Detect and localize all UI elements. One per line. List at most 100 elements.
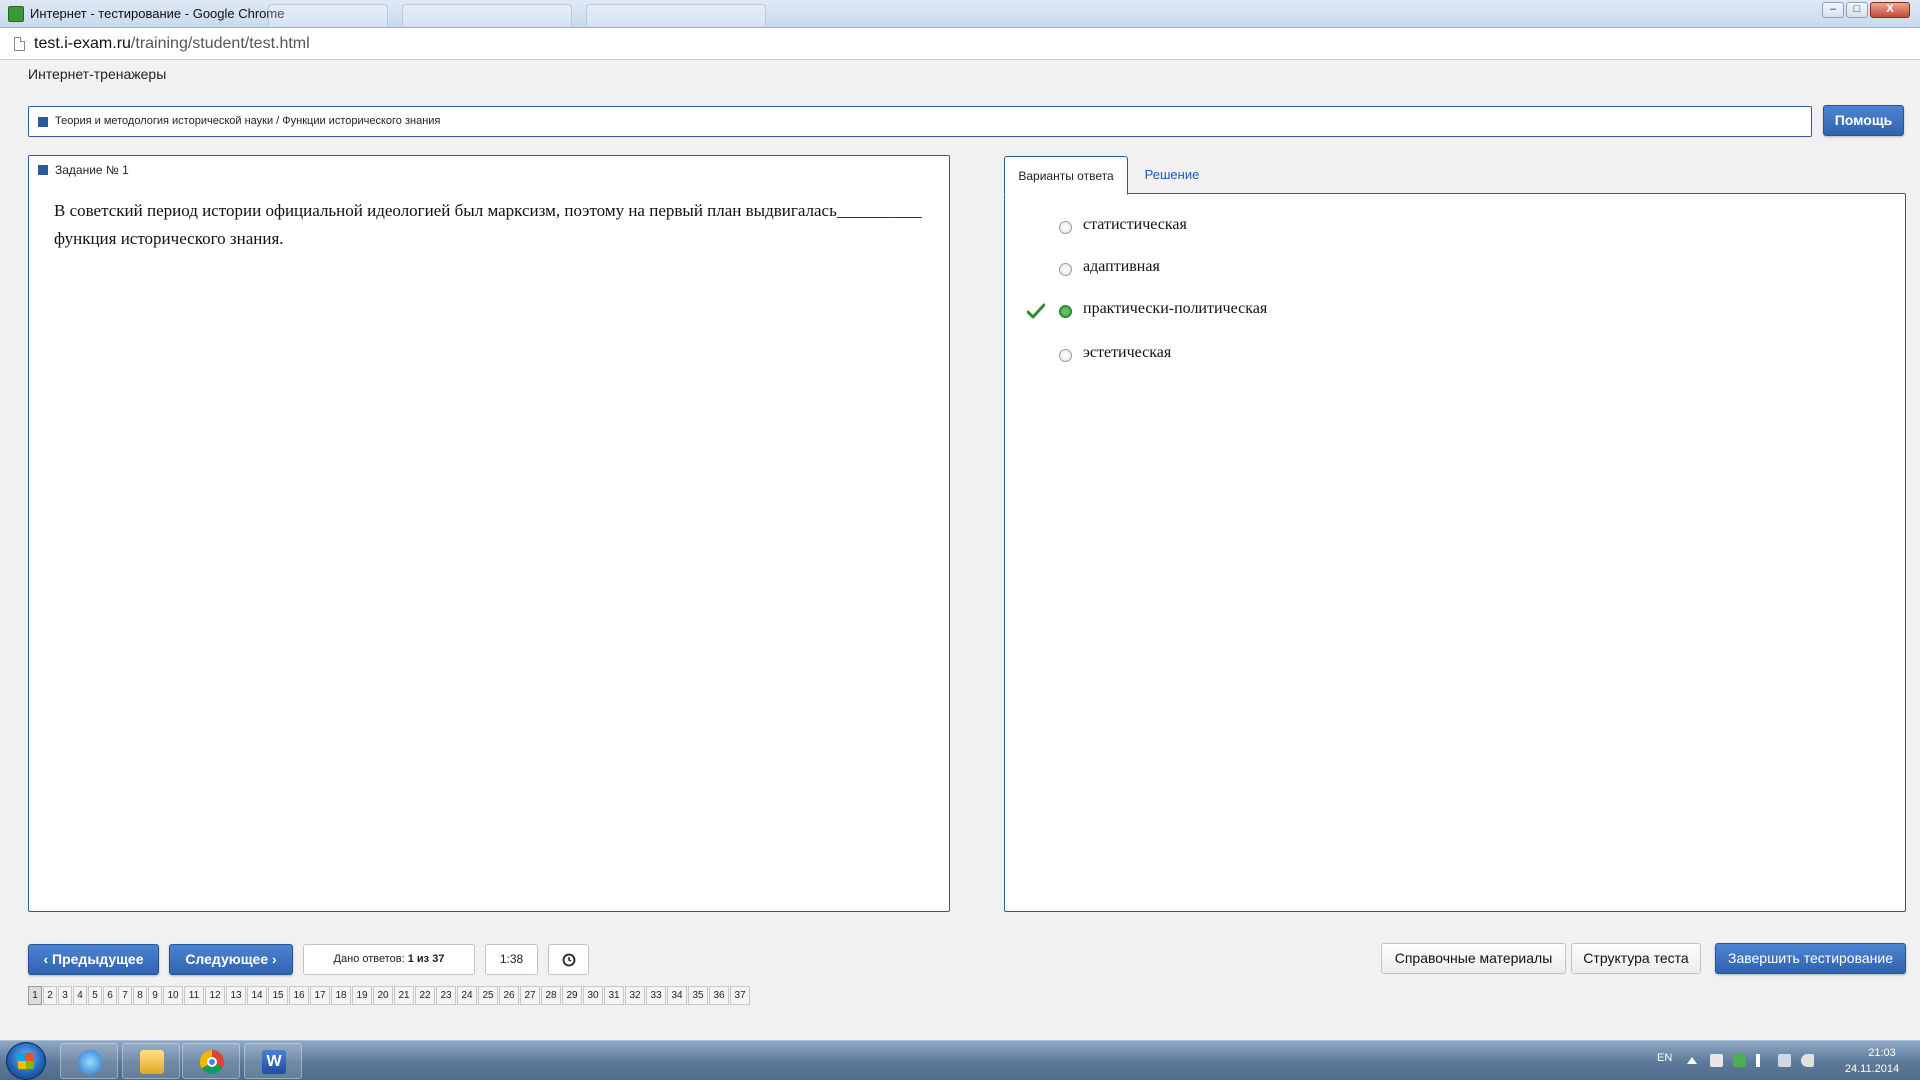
radio-button[interactable] xyxy=(1059,263,1072,276)
pager-page-16[interactable]: 16 xyxy=(289,986,309,1005)
pager-page-8[interactable]: 8 xyxy=(133,986,147,1005)
pager-page-24[interactable]: 24 xyxy=(457,986,477,1005)
pager-page-18[interactable]: 18 xyxy=(331,986,351,1005)
pager-page-31[interactable]: 31 xyxy=(604,986,624,1005)
minimize-button[interactable]: – xyxy=(1822,2,1844,18)
show-hidden-icons-icon[interactable] xyxy=(1687,1057,1697,1064)
answer-option-selected[interactable]: практически-политическая xyxy=(1005,297,1885,325)
answer-option-label[interactable]: практически-политическая xyxy=(1083,300,1267,318)
pager-page-4[interactable]: 4 xyxy=(73,986,87,1005)
language-indicator[interactable]: EN xyxy=(1657,1052,1672,1064)
question-text: В советский период истории официальной и… xyxy=(54,201,922,248)
task-marker-icon xyxy=(38,165,48,175)
action-center-flag-icon[interactable] xyxy=(1756,1054,1760,1067)
pager-page-19[interactable]: 19 xyxy=(352,986,372,1005)
pager-page-17[interactable]: 17 xyxy=(310,986,330,1005)
taskbar-file-explorer[interactable] xyxy=(122,1043,180,1079)
previous-button[interactable]: ‹ Предыдущее xyxy=(28,944,159,975)
pager-page-33[interactable]: 33 xyxy=(646,986,666,1005)
answer-option[interactable]: статистическая xyxy=(1005,213,1885,241)
radio-button-selected[interactable] xyxy=(1059,305,1072,318)
taskbar-word[interactable]: W xyxy=(244,1043,302,1079)
answer-option-label[interactable]: адаптивная xyxy=(1083,258,1160,276)
system-clock-date[interactable]: 24.11.2014 xyxy=(1834,1063,1910,1075)
pager-page-36[interactable]: 36 xyxy=(709,986,729,1005)
pager-page-37[interactable]: 37 xyxy=(730,986,750,1005)
pager-page-25[interactable]: 25 xyxy=(478,986,498,1005)
radio-button[interactable] xyxy=(1059,221,1072,234)
tray-app-icon[interactable] xyxy=(1710,1054,1723,1067)
background-tab[interactable] xyxy=(268,4,388,26)
chevron-right-icon: › xyxy=(268,951,277,967)
pager-page-20[interactable]: 20 xyxy=(373,986,393,1005)
address-bar[interactable]: test.i-exam.ru/training/student/test.htm… xyxy=(0,28,1920,60)
finish-testing-button[interactable]: Завершить тестирование xyxy=(1715,943,1906,974)
chevron-left-icon: ‹ xyxy=(43,951,53,967)
radio-button[interactable] xyxy=(1059,349,1072,362)
pager-page-21[interactable]: 21 xyxy=(394,986,414,1005)
answers-given-label: Дано ответов: xyxy=(333,953,405,965)
answer-option[interactable]: эстетическая xyxy=(1005,341,1885,369)
pager-page-27[interactable]: 27 xyxy=(520,986,540,1005)
maximize-button[interactable]: □ xyxy=(1846,2,1868,18)
word-icon: W xyxy=(262,1050,286,1074)
background-tab[interactable] xyxy=(586,4,766,26)
tab-answer-options[interactable]: Варианты ответа xyxy=(1004,156,1128,195)
pager-page-1[interactable]: 1 xyxy=(28,986,42,1005)
pager-page-15[interactable]: 15 xyxy=(268,986,288,1005)
close-window-button[interactable]: X xyxy=(1870,2,1910,18)
pager-page-5[interactable]: 5 xyxy=(88,986,102,1005)
taskbar: W EN 21:03 24.11.2014 xyxy=(0,1040,1920,1080)
start-button[interactable] xyxy=(6,1042,46,1080)
tab-solution[interactable]: Решение xyxy=(1132,156,1212,194)
pager-page-22[interactable]: 22 xyxy=(415,986,435,1005)
pager-page-34[interactable]: 34 xyxy=(667,986,687,1005)
answer-option[interactable]: адаптивная xyxy=(1005,255,1885,283)
pager-page-2[interactable]: 2 xyxy=(43,986,57,1005)
answer-option-label[interactable]: статистическая xyxy=(1083,216,1187,234)
volume-icon[interactable] xyxy=(1801,1054,1814,1067)
url-text[interactable]: test.i-exam.ru/training/student/test.htm… xyxy=(34,35,310,53)
pager-page-3[interactable]: 3 xyxy=(58,986,72,1005)
taskbar-chrome[interactable] xyxy=(182,1043,240,1079)
test-structure-button[interactable]: Структура теста xyxy=(1571,943,1701,974)
pager-page-10[interactable]: 10 xyxy=(163,986,183,1005)
pager-page-29[interactable]: 29 xyxy=(562,986,582,1005)
clock-button[interactable] xyxy=(548,944,589,975)
next-button[interactable]: Следующее › xyxy=(169,944,293,975)
url-path: /training/student/test.html xyxy=(130,35,310,52)
pager-page-14[interactable]: 14 xyxy=(247,986,267,1005)
reference-materials-button[interactable]: Справочные материалы xyxy=(1381,943,1566,974)
pager-page-28[interactable]: 28 xyxy=(541,986,561,1005)
task-number: Задание № 1 xyxy=(55,163,129,177)
pager-page-12[interactable]: 12 xyxy=(205,986,225,1005)
answer-option-label[interactable]: эстетическая xyxy=(1083,344,1171,362)
pager-page-9[interactable]: 9 xyxy=(148,986,162,1005)
pager-page-11[interactable]: 11 xyxy=(184,986,204,1005)
url-host: test.i-exam.ru xyxy=(34,35,131,52)
pager-page-6[interactable]: 6 xyxy=(103,986,117,1005)
section-marker-icon xyxy=(38,117,48,127)
next-button-label: Следующее xyxy=(185,951,269,967)
clock-icon xyxy=(562,953,576,967)
window-title: Интернет - тестирование - Google Chrome xyxy=(30,6,285,21)
internet-explorer-icon xyxy=(78,1050,102,1074)
pager-page-26[interactable]: 26 xyxy=(499,986,519,1005)
pager-page-35[interactable]: 35 xyxy=(688,986,708,1005)
network-icon[interactable] xyxy=(1778,1054,1791,1067)
pager-page-7[interactable]: 7 xyxy=(118,986,132,1005)
tray-sync-icon[interactable] xyxy=(1733,1054,1746,1067)
answers-given-value: 1 из 37 xyxy=(407,953,445,965)
help-button[interactable]: Помощь xyxy=(1823,105,1904,136)
taskbar-internet-explorer[interactable] xyxy=(60,1043,118,1079)
checkmark-icon xyxy=(1027,303,1045,319)
pager-page-32[interactable]: 32 xyxy=(625,986,645,1005)
pager-page-13[interactable]: 13 xyxy=(226,986,246,1005)
system-clock-time[interactable]: 21:03 xyxy=(1854,1047,1910,1059)
browser-title-bar: Интернет - тестирование - Google Chrome … xyxy=(0,0,1920,28)
pager-page-30[interactable]: 30 xyxy=(583,986,603,1005)
chrome-icon xyxy=(200,1050,224,1074)
background-tab[interactable] xyxy=(402,4,572,26)
breadcrumb: Теория и методология исторической науки … xyxy=(55,115,441,127)
pager-page-23[interactable]: 23 xyxy=(436,986,456,1005)
